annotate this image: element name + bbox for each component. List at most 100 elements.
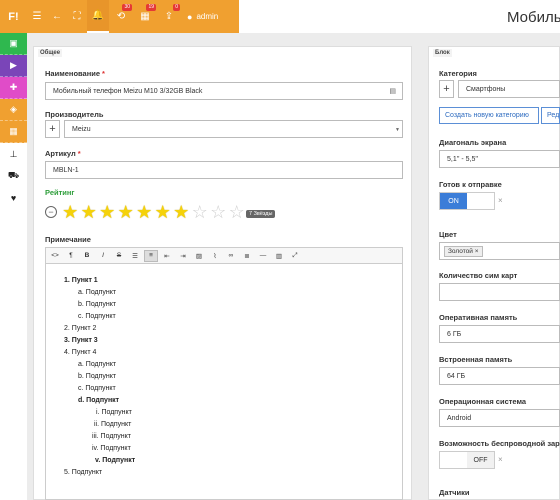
- history-button[interactable]: ⟲ 30: [109, 0, 133, 33]
- sidebar-item-media[interactable]: ▶: [0, 55, 27, 77]
- list-item: ii. Подпункт: [94, 421, 132, 428]
- rating-star[interactable]: ☆: [209, 202, 228, 222]
- upload-button[interactable]: ⇪ 0: [157, 0, 181, 33]
- user-plus-icon: ✚: [9, 82, 18, 92]
- list-item: c. Подпункт: [78, 313, 116, 320]
- align-button[interactable]: ≣: [240, 250, 254, 262]
- bold-button[interactable]: B: [80, 250, 94, 262]
- table-icon: ▥: [275, 252, 283, 260]
- list-item: iv. Подпункт: [92, 445, 131, 452]
- grid-icon: ▦: [9, 126, 18, 136]
- rating-star[interactable]: ☆: [191, 202, 210, 222]
- os-label: Операционная система: [439, 397, 527, 406]
- indent-button[interactable]: ⇥: [176, 250, 190, 262]
- ready-toggle[interactable]: ON: [439, 192, 495, 210]
- rating-star[interactable]: ★: [172, 202, 191, 222]
- calendar-button[interactable]: ▦ 19: [133, 0, 157, 33]
- sidebar-item-products[interactable]: ◈: [0, 99, 27, 121]
- sku-label: Артикул *: [45, 149, 81, 158]
- rating-star[interactable]: ☆: [228, 202, 247, 222]
- plus-icon: +: [49, 123, 56, 135]
- list-item: a. Подпункт: [78, 289, 117, 296]
- list-item: c. Подпункт: [78, 385, 116, 392]
- user-menu[interactable]: ● admin: [181, 12, 218, 22]
- bullet-list-button[interactable]: ☰: [128, 250, 142, 262]
- clear-rating-button[interactable]: −: [45, 206, 57, 218]
- ram-label: Оперативная память: [439, 313, 518, 322]
- name-input[interactable]: Мобильный телефон Meizu M10 3/32GB Black…: [45, 82, 403, 100]
- add-category-button[interactable]: +: [439, 80, 454, 98]
- wireless-toggle[interactable]: OFF: [439, 451, 495, 469]
- hr-button[interactable]: —: [256, 250, 270, 262]
- list-item: b. Подпункт: [78, 301, 117, 308]
- add-maker-button[interactable]: +: [45, 120, 60, 138]
- clear-wireless-icon[interactable]: ×: [498, 455, 503, 464]
- indent-icon: ⇥: [180, 252, 186, 260]
- cart-icon: ⛟: [7, 170, 20, 180]
- code-icon: <>: [51, 252, 59, 259]
- sitemap-icon: ⊥: [9, 148, 18, 159]
- arrow-left-icon: ←: [52, 11, 62, 22]
- sidebar-item-grid[interactable]: ▦: [0, 121, 27, 143]
- rating-star[interactable]: ★: [154, 202, 173, 222]
- list-item: b. Подпункт: [78, 373, 117, 380]
- editor-content[interactable]: 1. Пункт 1 a. Подпункт b. Подпункт c. Подпу…: [46, 264, 402, 499]
- upload-icon: ⇪: [164, 11, 174, 22]
- clipboard-icon[interactable]: ▤: [389, 87, 396, 95]
- sidebar-item-structure[interactable]: ⊥: [0, 143, 27, 165]
- rating-star[interactable]: ★: [61, 202, 80, 222]
- maker-select[interactable]: Meizu ▼: [64, 120, 403, 138]
- menu-button[interactable]: ☰: [27, 0, 47, 33]
- edit-category-button[interactable]: Ред: [541, 107, 560, 124]
- list-item: 3. Пункт 3: [64, 337, 98, 344]
- sidebar-item-favorites[interactable]: ♥: [0, 187, 27, 209]
- category-select[interactable]: Смартфоны: [458, 80, 560, 98]
- paragraph-button[interactable]: ¶: [64, 250, 78, 262]
- ram-select[interactable]: 6 ГБ: [439, 325, 560, 343]
- list-item: d. Подпункт: [78, 397, 120, 404]
- ready-label: Готов к отправке: [439, 180, 502, 189]
- os-select[interactable]: Android: [439, 409, 560, 427]
- list-item: 4. Пункт 4: [64, 349, 97, 356]
- code-view-button[interactable]: <>: [48, 250, 62, 262]
- storage-select[interactable]: 64 ГБ: [439, 367, 560, 385]
- sim-input[interactable]: [439, 283, 560, 301]
- diagonal-label: Диагональ экрана: [439, 138, 507, 147]
- wireless-label: Возможность беспроводной заря: [439, 439, 560, 448]
- image-button[interactable]: ▨: [192, 250, 206, 262]
- outdent-button[interactable]: ⇤: [160, 250, 174, 262]
- sim-label: Количество сим карт: [439, 271, 518, 280]
- sku-input[interactable]: MBLN-1: [45, 161, 403, 179]
- italic-button[interactable]: I: [96, 250, 110, 262]
- fullscreen-button[interactable]: ⛶: [67, 0, 87, 33]
- video-icon: ▶: [10, 60, 17, 70]
- toggle-knob: [440, 452, 467, 468]
- rating-stars[interactable]: ★ ★ ★ ★ ★ ★ ★ ☆ ☆ ☆: [61, 202, 246, 222]
- link-button[interactable]: ∞: [224, 250, 238, 262]
- rating-star[interactable]: ★: [135, 202, 154, 222]
- color-tag[interactable]: Золотой ×: [444, 246, 483, 257]
- ready-on: ON: [440, 193, 467, 209]
- sidebar-item-catalog[interactable]: ▣: [0, 33, 27, 55]
- sidebar-item-users[interactable]: ✚: [0, 77, 27, 99]
- table-button[interactable]: ▥: [272, 250, 286, 262]
- editor-toolbar: <> ¶ B I S ☰ ≡ ⇤ ⇥ ▨ ⌇ ∞ ≣ — ▥ ⤢: [46, 248, 402, 264]
- notifications-button[interactable]: 🔔: [87, 0, 109, 33]
- rating-star[interactable]: ★: [98, 202, 117, 222]
- calendar-icon: ▦: [140, 11, 150, 22]
- diagonal-select[interactable]: 5,1'' - 5,5'': [439, 150, 560, 168]
- attach-button[interactable]: ⌇: [208, 250, 222, 262]
- app-logo[interactable]: F!: [0, 0, 27, 33]
- link-icon: ∞: [228, 252, 234, 259]
- back-button[interactable]: ←: [47, 0, 67, 33]
- clear-ready-icon[interactable]: ×: [498, 196, 503, 205]
- chevron-down-icon: ▼: [395, 127, 400, 133]
- strike-button[interactable]: S: [112, 250, 126, 262]
- name-label: Наименование *: [45, 69, 105, 78]
- sidebar-item-cart[interactable]: ⛟: [0, 165, 27, 187]
- create-category-button[interactable]: Создать новую категорию: [439, 107, 539, 124]
- rating-star[interactable]: ★: [80, 202, 99, 222]
- numbered-list-button[interactable]: ≡: [144, 249, 158, 262]
- rating-star[interactable]: ★: [117, 202, 136, 222]
- fullscreen-editor-button[interactable]: ⤢: [288, 250, 302, 262]
